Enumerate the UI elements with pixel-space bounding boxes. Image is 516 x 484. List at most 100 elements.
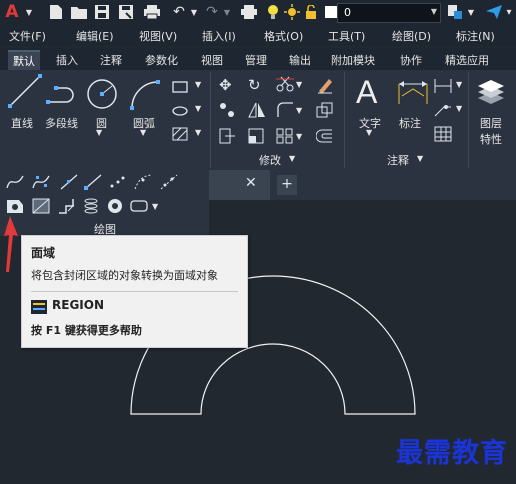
- array-icon[interactable]: [276, 128, 294, 148]
- spline-cv-icon[interactable]: [32, 174, 50, 194]
- hatch-icon[interactable]: [172, 126, 188, 145]
- fillet-icon[interactable]: [276, 102, 294, 122]
- menu-file[interactable]: 文件(F): [9, 28, 46, 44]
- rectangle-icon[interactable]: [172, 78, 188, 97]
- save-icon[interactable]: [93, 3, 111, 21]
- tooltip-command: REGION: [52, 298, 104, 312]
- sun-icon[interactable]: [283, 3, 301, 21]
- annotation-panel-label[interactable]: 注释: [387, 152, 409, 168]
- layer-value: 0: [344, 6, 351, 19]
- ellipse-chevron-icon[interactable]: ▼: [195, 104, 201, 113]
- modify-panel-label[interactable]: 修改: [259, 152, 281, 168]
- ellipse-icon[interactable]: [172, 102, 188, 121]
- tab-parametric[interactable]: 参数化: [145, 52, 178, 68]
- stretch-icon[interactable]: [219, 128, 237, 148]
- layer-properties-icon[interactable]: [476, 78, 506, 110]
- print-icon[interactable]: [143, 3, 161, 21]
- app-menu-chevron-icon[interactable]: ▼: [20, 3, 38, 21]
- tab-featured-apps[interactable]: 精选应用: [445, 52, 489, 68]
- mirror-icon[interactable]: [248, 102, 266, 122]
- tab-default[interactable]: 默认: [8, 50, 40, 70]
- explode-icon[interactable]: [316, 102, 334, 122]
- line-icon[interactable]: [8, 74, 42, 112]
- polyline-icon[interactable]: [46, 84, 80, 112]
- trim-chevron-icon[interactable]: ▼: [296, 80, 302, 89]
- divide-icon[interactable]: [134, 174, 152, 194]
- document-tab-strip: ✕ +: [209, 170, 516, 200]
- new-file-icon[interactable]: [47, 3, 65, 21]
- redo-chevron-icon[interactable]: ▼: [218, 3, 236, 21]
- linear-dimension-chevron-icon[interactable]: ▼: [456, 80, 462, 89]
- bulb-icon[interactable]: [264, 3, 282, 21]
- hatch-chevron-icon[interactable]: ▼: [195, 128, 201, 137]
- dimension-icon[interactable]: [396, 80, 430, 110]
- undo-chevron-icon[interactable]: ▼: [185, 3, 203, 21]
- plot-icon[interactable]: [240, 3, 258, 21]
- tab-addins[interactable]: 附加模块: [331, 52, 375, 68]
- layer-label: 图层: [480, 117, 502, 130]
- panel-separator: [210, 72, 211, 168]
- menu-view[interactable]: 视图(V): [139, 28, 177, 44]
- menu-dimension[interactable]: 标注(N): [456, 28, 495, 44]
- menu-insert[interactable]: 插入(I): [202, 28, 236, 44]
- polyline-label: 多段线: [45, 117, 78, 130]
- share-chevron-icon[interactable]: ▾: [500, 3, 516, 21]
- new-tab-icon[interactable]: +: [277, 175, 297, 195]
- spline-fit-icon[interactable]: [6, 174, 24, 194]
- layer-dropdown[interactable]: 0 ▼: [337, 3, 441, 23]
- modify-panel-chevron-icon[interactable]: ▼: [289, 154, 295, 163]
- table-icon[interactable]: [434, 126, 452, 146]
- fillet-chevron-icon[interactable]: ▼: [296, 106, 302, 115]
- tab-annotate[interactable]: 注释: [100, 52, 122, 68]
- copy-icon[interactable]: [219, 102, 235, 122]
- save-as-icon[interactable]: [117, 3, 135, 21]
- trim-icon[interactable]: [276, 76, 294, 96]
- watermark: 最需教育: [396, 438, 508, 469]
- tooltip-help: 按 F1 键获得更多帮助: [31, 324, 142, 337]
- panel-separator: [468, 72, 469, 168]
- open-folder-icon[interactable]: [70, 3, 88, 21]
- drawing-tab[interactable]: [209, 170, 270, 200]
- circle-icon[interactable]: [86, 78, 118, 114]
- offset-icon[interactable]: [315, 128, 334, 148]
- menu-edit[interactable]: 编辑(E): [76, 28, 114, 44]
- close-tab-icon[interactable]: ✕: [245, 175, 257, 191]
- tooltip-region: 面域 将包含封闭区域的对象转换为面域对象 REGION 按 F1 键获得更多帮助: [21, 235, 248, 348]
- text-icon[interactable]: A: [356, 74, 377, 111]
- menu-tools[interactable]: 工具(T): [328, 28, 365, 44]
- leader-chevron-icon[interactable]: ▼: [456, 104, 462, 113]
- chevron-down-icon: ▼: [430, 7, 437, 16]
- text-chevron-icon[interactable]: ▼: [366, 128, 372, 137]
- arc-icon[interactable]: [128, 78, 162, 114]
- properties-label: 特性: [480, 133, 502, 146]
- ray-icon[interactable]: [84, 174, 102, 194]
- multiple-points-icon[interactable]: [108, 174, 126, 194]
- menu-bar: 文件(F) 编辑(E) 视图(V) 插入(I) 格式(O) 工具(T) 绘图(D…: [0, 26, 516, 46]
- tab-view[interactable]: 视图: [201, 52, 223, 68]
- tab-manage[interactable]: 管理: [245, 52, 267, 68]
- tooltip-title: 面域: [31, 246, 56, 260]
- autocad-logo-icon[interactable]: A: [3, 2, 21, 22]
- match-chevron-icon[interactable]: ▼: [462, 3, 480, 21]
- arc-chevron-icon[interactable]: ▼: [140, 128, 146, 137]
- erase-icon[interactable]: [316, 76, 334, 98]
- tab-insert[interactable]: 插入: [56, 52, 78, 68]
- annotation-panel-chevron-icon[interactable]: ▼: [417, 154, 423, 163]
- menu-format[interactable]: 格式(O): [264, 28, 303, 44]
- scale-icon[interactable]: [248, 128, 266, 148]
- construction-line-icon[interactable]: [60, 174, 78, 194]
- dimension-label: 标注: [399, 117, 421, 130]
- leader-icon[interactable]: [434, 102, 452, 121]
- menu-draw[interactable]: 绘图(D): [392, 28, 431, 44]
- move-icon[interactable]: ✥: [219, 76, 232, 94]
- linear-dimension-icon[interactable]: [434, 78, 452, 97]
- tab-collaborate[interactable]: 协作: [400, 52, 422, 68]
- rotate-icon[interactable]: ↻: [248, 76, 261, 94]
- ribbon-tabs: 默认 插入 注释 参数化 视图 管理 输出 附加模块 协作 精选应用: [0, 48, 516, 70]
- array-chevron-icon[interactable]: ▼: [296, 132, 302, 141]
- circle-chevron-icon[interactable]: ▼: [96, 128, 102, 137]
- rectangle-chevron-icon[interactable]: ▼: [195, 80, 201, 89]
- measure-icon[interactable]: [160, 174, 178, 194]
- lock-icon[interactable]: [302, 3, 320, 21]
- tab-output[interactable]: 输出: [289, 52, 311, 68]
